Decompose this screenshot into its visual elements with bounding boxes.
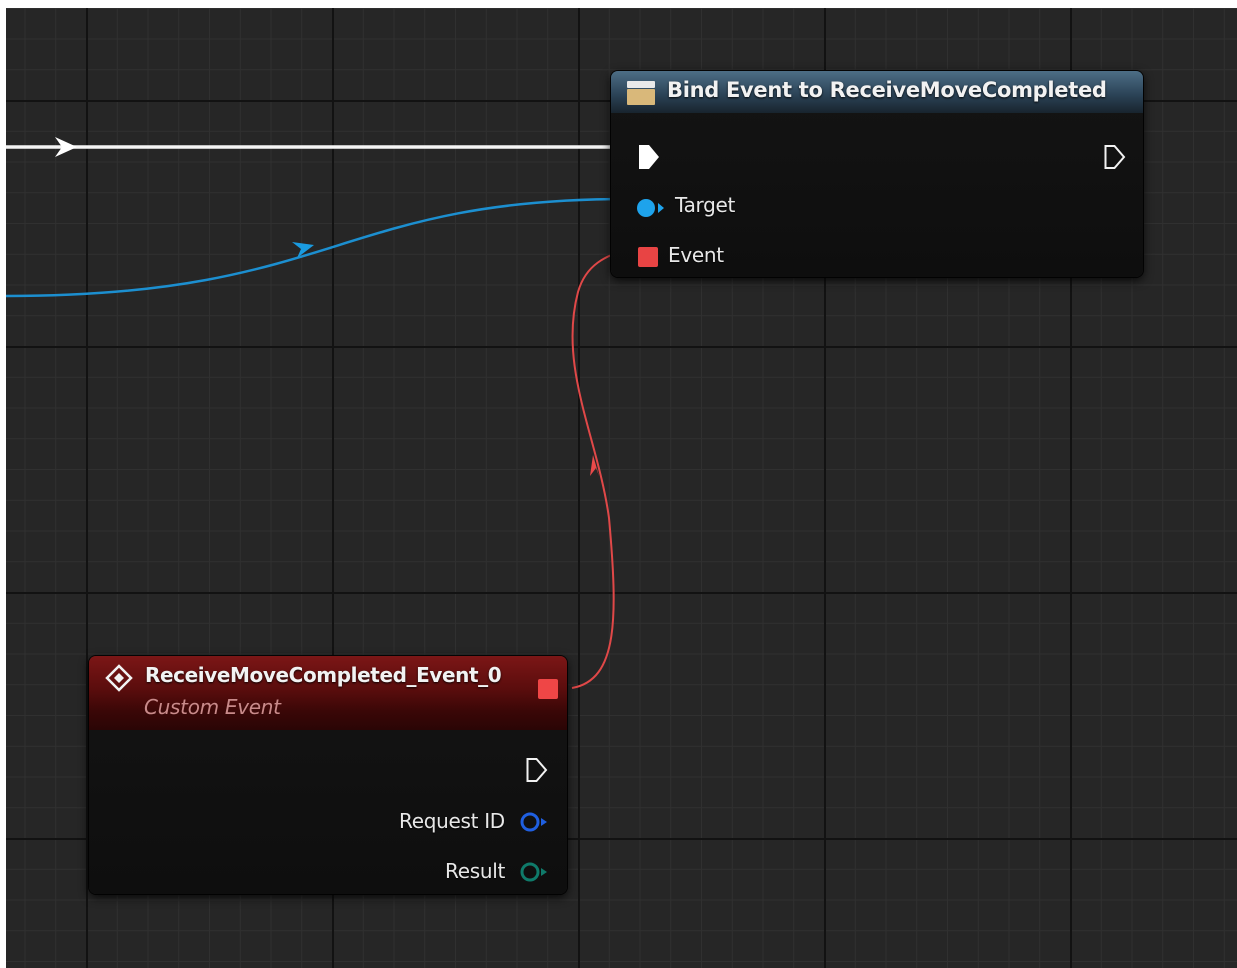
bind-event-node-header[interactable]: Bind Event to ReceiveMoveCompleted [611, 71, 1143, 113]
event-pin[interactable] [637, 246, 659, 268]
request-id-pin[interactable] [519, 811, 553, 833]
result-pin[interactable] [519, 861, 553, 883]
target-wire[interactable] [6, 197, 629, 298]
custom-event-node-subtitle: Custom Event [144, 695, 281, 719]
custom-event-node[interactable]: ReceiveMoveCompleted_Event_0 Custom Even… [89, 656, 567, 894]
request-id-pin-label: Request ID [399, 809, 505, 833]
target-pin-label: Target [675, 193, 736, 217]
bind-event-node-title: Bind Event to ReceiveMoveCompleted [667, 78, 1107, 102]
event-pin-label: Event [668, 243, 724, 267]
exec-in-pin[interactable] [637, 144, 661, 170]
result-pin-label: Result [445, 859, 505, 883]
bind-event-node[interactable]: Bind Event to ReceiveMoveCompleted Targe… [611, 71, 1143, 277]
target-pin[interactable] [635, 197, 669, 219]
blueprint-graph-canvas[interactable]: Bind Event to ReceiveMoveCompleted Targe… [6, 8, 1237, 968]
delegate-icon [627, 81, 655, 105]
exec-out-pin[interactable] [1103, 144, 1127, 170]
custom-event-diamond-icon [105, 664, 133, 692]
event-wire[interactable] [571, 248, 629, 689]
custom-event-node-header[interactable]: ReceiveMoveCompleted_Event_0 Custom Even… [89, 656, 567, 730]
delegate-output-pin[interactable] [537, 678, 559, 700]
custom-event-node-title: ReceiveMoveCompleted_Event_0 [145, 663, 502, 687]
exec-out-pin[interactable] [525, 757, 549, 783]
